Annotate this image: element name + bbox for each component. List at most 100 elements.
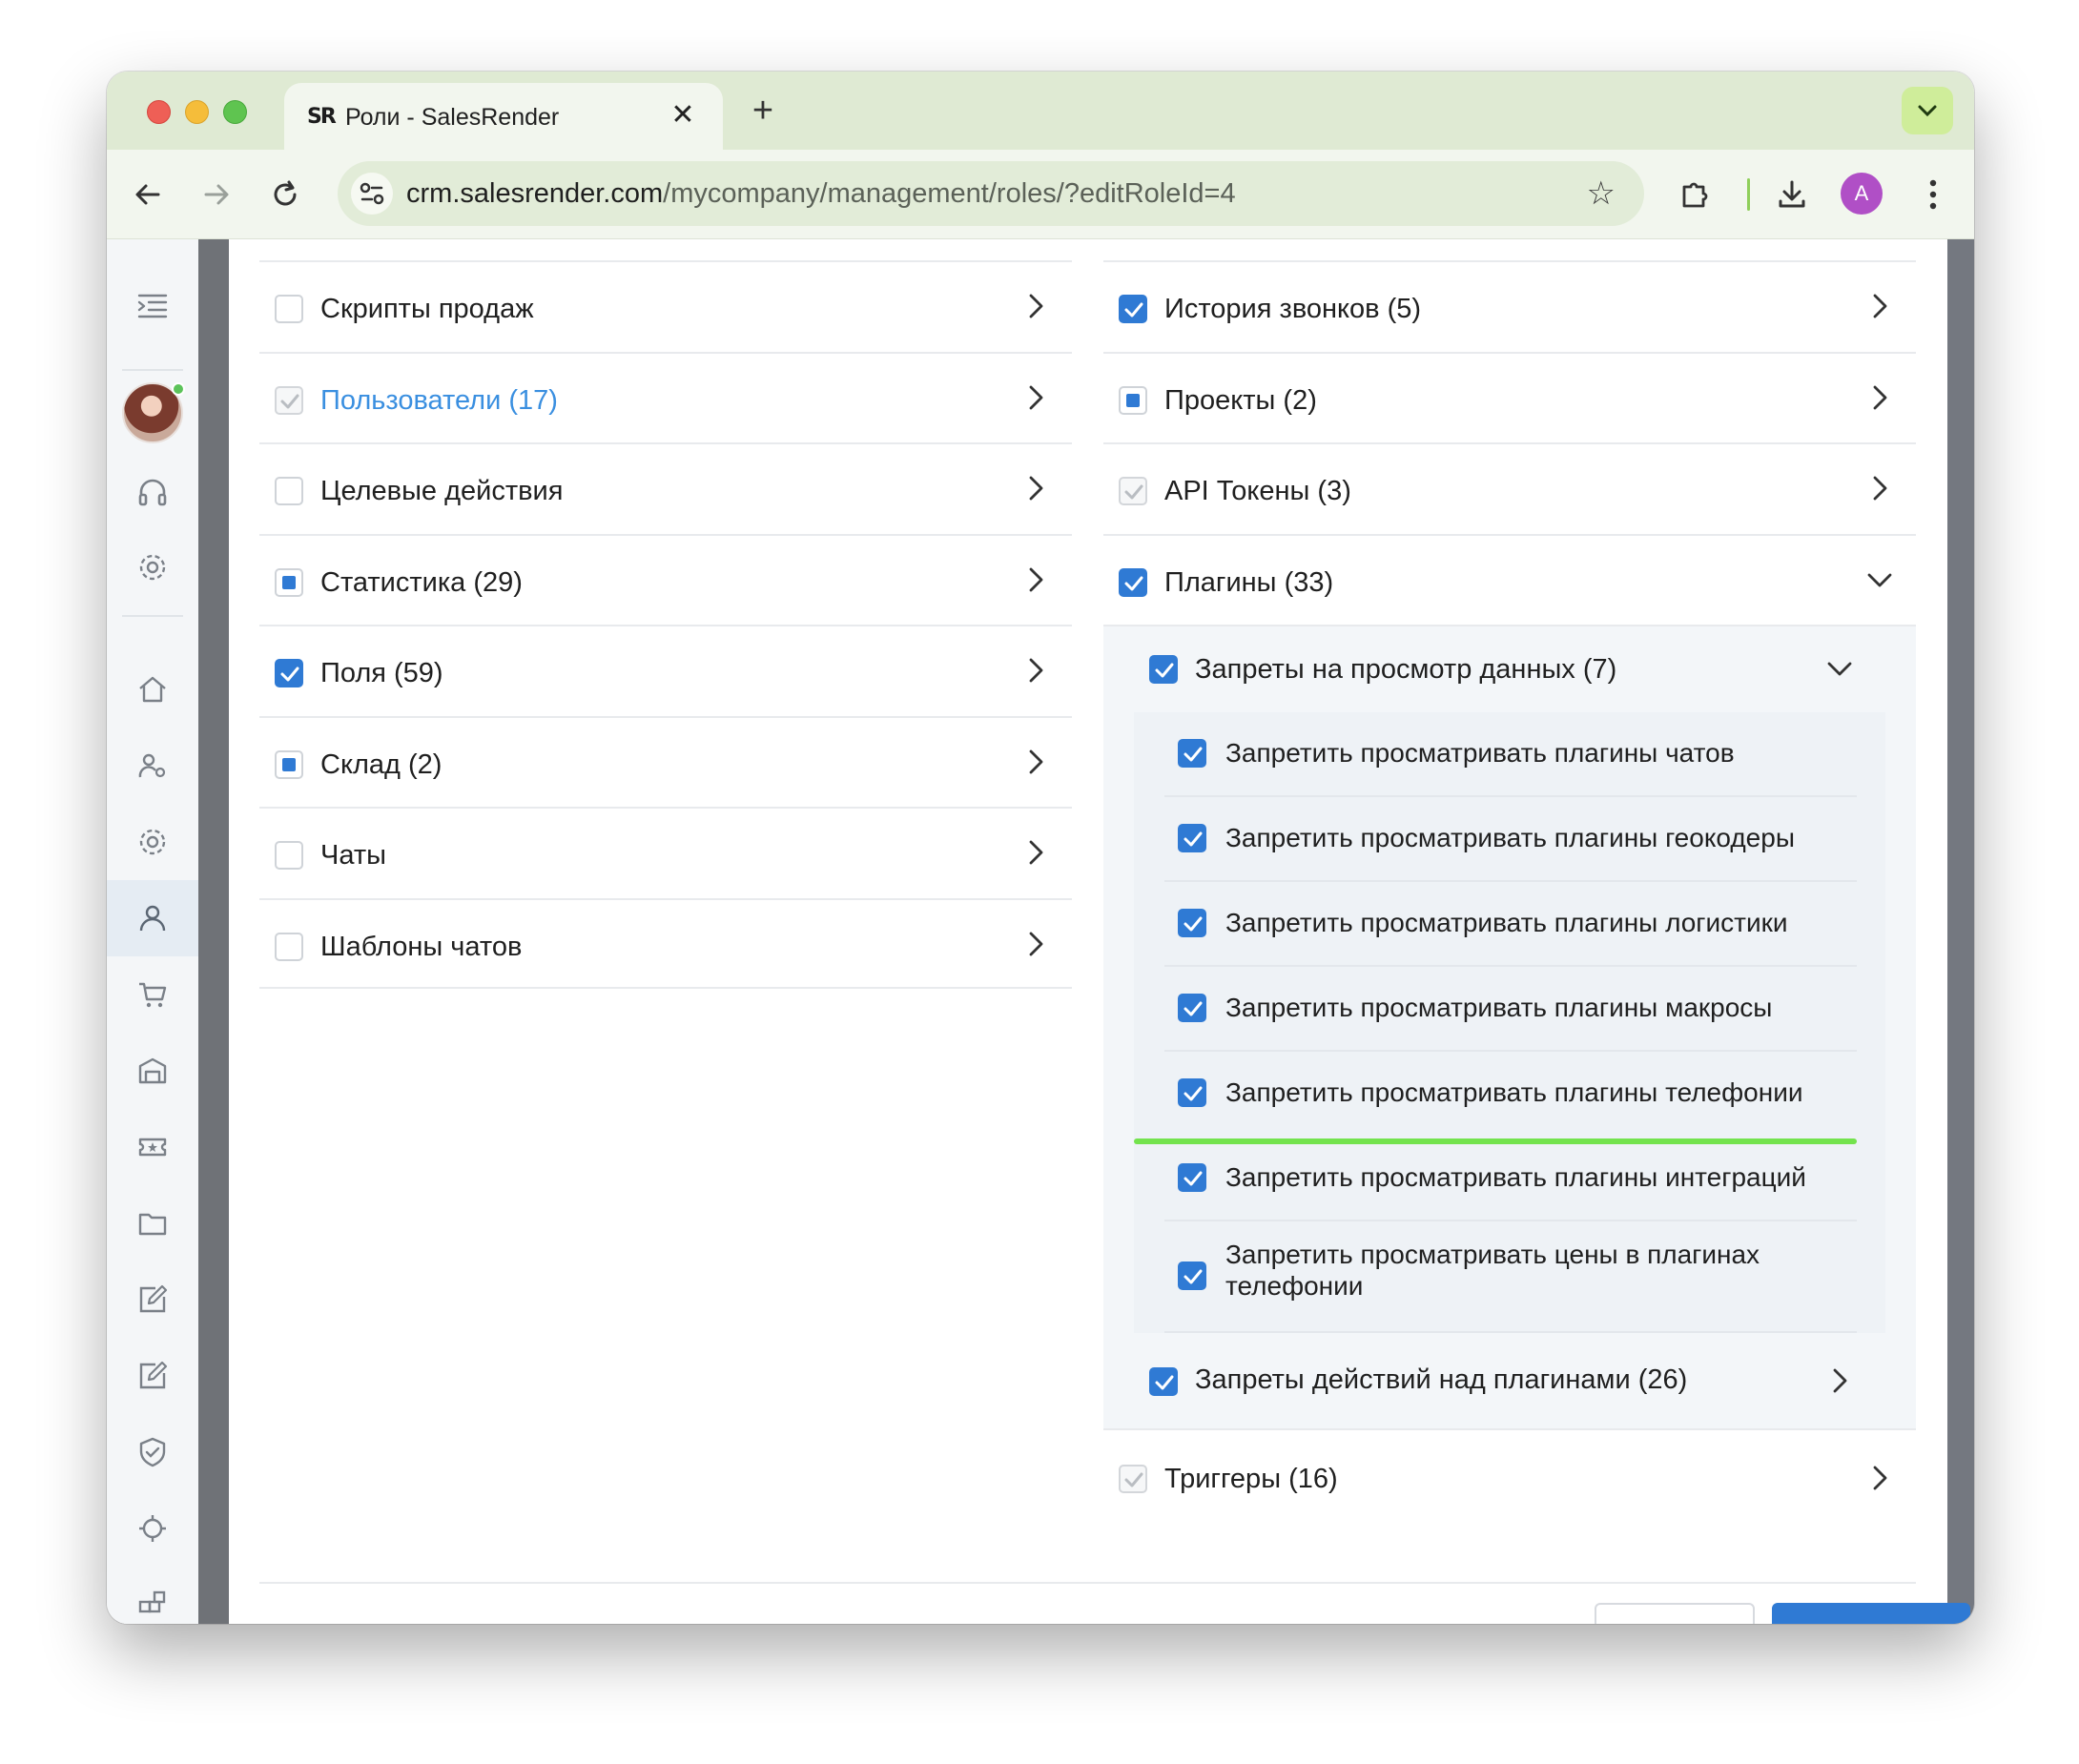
permission-row[interactable]: Скрипты продаж — [259, 260, 1072, 352]
browser-menu-button[interactable] — [1911, 173, 1955, 216]
bookmark-star-icon[interactable]: ☆ — [1587, 174, 1616, 213]
checkbox-checked[interactable] — [1119, 295, 1147, 323]
back-button[interactable] — [126, 173, 170, 216]
permission-item[interactable]: Запретить просматривать плагины чатов — [1164, 712, 1857, 797]
permission-row[interactable]: Чаты — [259, 807, 1072, 898]
permission-item-label: Запретить просматривать плагины чатов — [1225, 738, 1735, 768]
downloads-button[interactable] — [1770, 173, 1814, 216]
chevron-right-icon[interactable] — [1863, 1461, 1897, 1495]
sidebar-item-files[interactable] — [107, 1185, 198, 1261]
minimize-window-button[interactable] — [185, 100, 209, 124]
profile-avatar[interactable]: A — [1841, 173, 1883, 215]
permission-item-label: Запретить просматривать плагины телефони… — [1225, 1077, 1803, 1107]
sidebar-collapse-button[interactable] — [107, 268, 198, 344]
zoom-window-button[interactable] — [223, 100, 247, 124]
tab-search-button[interactable] — [1902, 87, 1953, 134]
new-tab-button[interactable]: + — [744, 92, 782, 131]
permission-row[interactable]: Поля (59) — [259, 625, 1072, 716]
permission-item[interactable]: Запретить просматривать плагины интеграц… — [1164, 1137, 1857, 1221]
permission-item-highlighted[interactable]: Запретить просматривать плагины телефони… — [1134, 1052, 1857, 1144]
chevron-right-icon[interactable] — [1863, 471, 1897, 505]
chevron-right-icon[interactable] — [1019, 835, 1053, 870]
chevron-right-icon[interactable] — [1863, 289, 1897, 323]
permission-row-plugins[interactable]: Плагины (33) — [1103, 533, 1916, 626]
permission-item[interactable]: Запретить просматривать плагины геокодер… — [1164, 797, 1857, 882]
checkbox-checked[interactable] — [1119, 567, 1147, 597]
chevron-right-icon[interactable] — [1019, 927, 1053, 961]
sidebar-item-users[interactable] — [107, 880, 198, 956]
sidebar-item-support[interactable] — [107, 455, 198, 531]
permission-row[interactable]: История звонков (5) — [1103, 260, 1916, 352]
permission-label: API Токены (3) — [1164, 476, 1351, 506]
close-window-button[interactable] — [147, 100, 171, 124]
sidebar-item-coupons[interactable] — [107, 1109, 198, 1185]
chevron-right-icon[interactable] — [1019, 745, 1053, 779]
chevron-right-icon[interactable] — [1863, 380, 1897, 415]
checkbox-partial[interactable] — [275, 749, 303, 779]
permission-row[interactable]: Статистика (29) — [259, 533, 1072, 626]
people-gear-icon — [138, 753, 166, 778]
sidebar-item-security[interactable] — [107, 1414, 198, 1490]
permission-row[interactable]: Триггеры (16) — [1103, 1428, 1916, 1522]
checkbox-checked[interactable] — [1149, 655, 1178, 684]
forward-button[interactable] — [195, 173, 238, 216]
subgroup-view-restrictions[interactable]: Запреты на просмотр данных (7) — [1134, 626, 1885, 712]
permission-row[interactable]: API Токены (3) — [1103, 442, 1916, 534]
permission-row[interactable]: Пользователи (17) — [259, 351, 1072, 443]
checkbox[interactable] — [275, 477, 303, 505]
sidebar-item-modules[interactable] — [107, 1567, 198, 1624]
sidebar-item-orders[interactable] — [107, 956, 198, 1033]
sidebar-item-edit-2[interactable] — [107, 1338, 198, 1414]
checkbox-partial[interactable] — [275, 567, 303, 597]
browser-tab[interactable]: SR Роли - SalesRender ✕ — [284, 83, 723, 150]
view-restrictions-list: Запретить просматривать плагины чатов За… — [1134, 712, 1885, 1333]
permission-item[interactable]: Запретить просматривать плагины макросы — [1164, 967, 1857, 1052]
plugins-subgroups: Запреты на просмотр данных (7) Запретить… — [1103, 625, 1916, 1428]
checkbox[interactable] — [275, 932, 303, 961]
save-button[interactable]: Сохранить — [1772, 1603, 1970, 1624]
checkbox-partial[interactable] — [1119, 385, 1147, 415]
permission-row[interactable]: Шаблоны чатов — [259, 897, 1072, 989]
extensions-button[interactable] — [1673, 173, 1717, 216]
chevron-right-icon[interactable] — [1019, 653, 1053, 687]
chevron-right-icon[interactable] — [1019, 471, 1053, 505]
checkbox-checked[interactable] — [1178, 1078, 1206, 1107]
sidebar-item-config[interactable] — [107, 804, 198, 880]
gear-icon — [139, 829, 166, 855]
chevron-down-icon[interactable] — [1822, 651, 1857, 686]
sidebar-item-settings[interactable] — [107, 529, 198, 605]
checkbox-checked[interactable] — [1178, 994, 1206, 1022]
checkbox-checked[interactable] — [1149, 1367, 1178, 1396]
site-settings-icon[interactable] — [351, 173, 393, 215]
chevron-right-icon[interactable] — [1019, 289, 1053, 323]
checkbox-checked[interactable] — [1178, 1163, 1206, 1192]
permission-item[interactable]: Запретить просматривать плагины логистик… — [1164, 882, 1857, 967]
checkbox-checked[interactable] — [275, 659, 303, 687]
permission-item[interactable]: Запретить просматривать цены в плагинах … — [1164, 1221, 1857, 1333]
chevron-right-icon[interactable] — [1019, 380, 1053, 415]
sidebar-item-edit[interactable] — [107, 1261, 198, 1338]
permission-row[interactable]: Целевые действия — [259, 442, 1072, 534]
sidebar-item-home[interactable] — [107, 651, 198, 728]
sidebar-item-crm[interactable] — [107, 728, 198, 804]
checkbox-checked[interactable] — [1178, 824, 1206, 852]
subgroup-action-restrictions[interactable]: Запреты действий над плагинами (26) — [1134, 1333, 1885, 1428]
permission-row[interactable]: Склад (2) — [259, 715, 1072, 808]
close-tab-icon[interactable]: ✕ — [666, 98, 700, 133]
reload-button[interactable] — [263, 173, 307, 216]
chevron-right-icon[interactable] — [1019, 563, 1053, 597]
sidebar-item-warehouse[interactable] — [107, 1033, 198, 1109]
checkbox-checked[interactable] — [1178, 739, 1206, 768]
sidebar-item-target[interactable] — [107, 1490, 198, 1567]
checkbox[interactable] — [275, 295, 303, 323]
checkbox-checked[interactable] — [1178, 909, 1206, 937]
checkbox-disabled — [1119, 477, 1147, 505]
permission-row[interactable]: Проекты (2) — [1103, 351, 1916, 443]
checkbox-checked[interactable] — [1178, 1261, 1206, 1290]
address-bar[interactable]: crm.salesrender.com/mycompany/management… — [338, 161, 1644, 226]
chevron-down-icon[interactable] — [1863, 563, 1897, 597]
chevron-right-icon[interactable] — [1822, 1364, 1857, 1398]
permission-label-link[interactable]: Пользователи (17) — [320, 384, 558, 417]
checkbox[interactable] — [275, 841, 303, 870]
cancel-button[interactable]: Отмена — [1595, 1603, 1755, 1624]
